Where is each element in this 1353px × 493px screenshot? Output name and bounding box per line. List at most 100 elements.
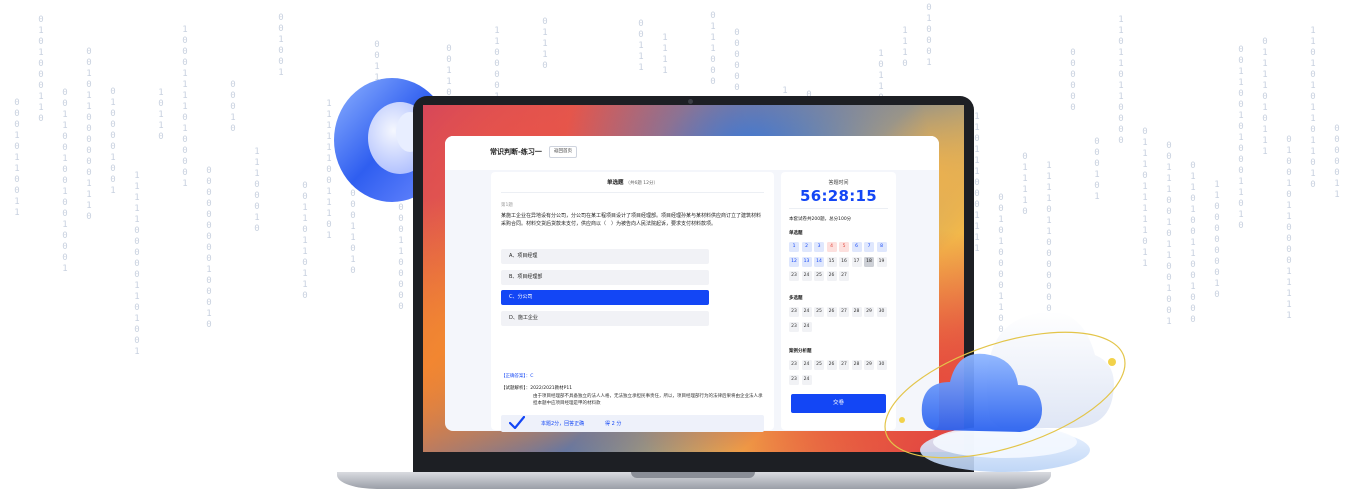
submit-exam-button[interactable]: 交卷 xyxy=(791,394,886,413)
question-nav-cell[interactable]: 27 xyxy=(839,271,849,281)
binary-column: 0111000 xyxy=(710,11,716,87)
question-nav-cell[interactable]: 27 xyxy=(839,307,849,317)
binary-column: 0000011 xyxy=(1334,124,1340,200)
binary-column: 00110010100011010 xyxy=(1238,45,1244,231)
question-nav-cell[interactable]: 25 xyxy=(814,271,824,281)
binary-column: 11111000001101001 xyxy=(134,171,140,357)
question-nav-cell[interactable]: 23 xyxy=(789,321,799,332)
question-nav-cell[interactable]: 26 xyxy=(826,360,837,370)
question-nav-cell[interactable]: 28 xyxy=(851,307,862,317)
question-nav-cell[interactable]: 4 xyxy=(826,242,837,252)
question-nav-cell[interactable]: 18 xyxy=(864,256,874,267)
binary-column: 011110 xyxy=(1022,152,1028,217)
question-nav-cell[interactable]: 29 xyxy=(864,307,874,317)
question-nav-cell[interactable]: 29 xyxy=(864,360,874,370)
binary-column: 000000 xyxy=(1070,48,1076,113)
option-b[interactable]: B、项目经理部 xyxy=(501,270,709,285)
binary-column: 01110 xyxy=(542,17,548,71)
app-header: 常识判断-练习一 返回首页 xyxy=(445,136,939,170)
binary-column: 0111011111011 xyxy=(1142,127,1148,269)
question-nav-cell[interactable]: 23 xyxy=(789,374,799,385)
question-nav-cell[interactable]: 25 xyxy=(814,307,824,317)
question-nav-cell[interactable]: 14 xyxy=(814,256,824,267)
answer-sheet-panel: 答题时间 56:28:15 本套试卷共200题，总分100分 单选题 12345… xyxy=(781,172,896,430)
question-nav-cell[interactable]: 2 xyxy=(801,242,812,252)
question-nav-cell[interactable]: 24 xyxy=(801,374,812,385)
option-d[interactable]: D、施工企业 xyxy=(501,311,709,326)
question-nav-cell[interactable]: 12 xyxy=(789,256,799,267)
binary-column: 11100010 xyxy=(254,147,260,234)
binary-column: 000000 xyxy=(734,28,740,93)
question-nav-cell[interactable]: 26 xyxy=(826,307,837,317)
section-header: 单选题 （共6题 12分） xyxy=(491,178,774,186)
binary-column: 000000000100010 xyxy=(206,166,212,330)
question-nav-cell[interactable]: 5 xyxy=(839,242,849,252)
camera-icon xyxy=(688,99,693,104)
question-nav-cell[interactable]: 24 xyxy=(801,360,812,370)
question-nav-cell[interactable]: 23 xyxy=(789,307,799,317)
question-nav-cell[interactable]: 1 xyxy=(789,242,799,252)
timer-value: 56:28:15 xyxy=(799,187,878,205)
laptop-notch xyxy=(631,472,755,478)
section-multi-title: 多选题 xyxy=(789,296,803,301)
question-nav-cell[interactable]: 24 xyxy=(801,307,812,317)
result-score: 得 2 分 xyxy=(605,421,622,427)
question-nav-cell[interactable]: 16 xyxy=(839,256,849,267)
question-nav-cell[interactable]: 7 xyxy=(864,242,874,252)
question-nav-cell[interactable]: 15 xyxy=(826,256,837,267)
section-single-title: 单选题 xyxy=(789,231,803,236)
binary-column: 0010110000001110 xyxy=(86,47,92,222)
question-nav-cell[interactable]: 6 xyxy=(851,242,862,252)
question-nav-cell[interactable]: 23 xyxy=(789,360,799,370)
question-nav-cell[interactable]: 27 xyxy=(839,360,849,370)
question-nav-cell[interactable]: 24 xyxy=(801,321,812,332)
back-home-button[interactable]: 返回首页 xyxy=(549,146,577,158)
analysis-text: 由于项目经理部不具备独立的法人人格，无法独立承担民事责任，所以，项目经理部行为的… xyxy=(533,394,763,406)
binary-column: 0100001001 xyxy=(110,87,116,196)
question-nav-cell[interactable]: 8 xyxy=(876,242,887,252)
binary-column: 00010110011 xyxy=(14,98,20,218)
exam-info: 本套试卷共200题，总分100分 xyxy=(789,217,852,222)
binary-column: 110110110000 xyxy=(1118,15,1124,146)
section-title: 单选题 xyxy=(607,180,624,186)
question-nav-cell[interactable]: 23 xyxy=(789,271,799,281)
binary-column: 11000000010 xyxy=(1214,180,1220,300)
question-nav-cell[interactable]: 3 xyxy=(814,242,824,252)
binary-column: 001001 xyxy=(278,13,284,78)
section-case-title: 案例分析题 xyxy=(789,349,812,354)
binary-column: 1110 xyxy=(902,26,908,69)
binary-column: 000101 xyxy=(1094,137,1100,202)
binary-column: 00010 xyxy=(230,80,236,134)
question-nav-cell[interactable]: 19 xyxy=(876,256,887,267)
exam-app-window: 常识判断-练习一 返回首页 单选题 （共6题 12分） 第1题 某施工企业在异地… xyxy=(445,136,939,432)
question-nav-cell[interactable]: 17 xyxy=(851,256,862,267)
binary-column: 1111 xyxy=(662,33,668,76)
binary-column: 110101011011010 xyxy=(1310,26,1316,190)
divider xyxy=(501,192,764,193)
result-text: 本题2分，回答正确 xyxy=(541,421,585,427)
result-bar: 本题2分，回答正确 得 2 分 xyxy=(501,415,764,432)
question-text: 某施工企业在异地设有分公司，分公司在某工程项目设计了项目经理部。项目经理孙某与某… xyxy=(501,213,762,227)
question-panel: 单选题 （共6题 12分） 第1题 某施工企业在异地设有分公司，分公司在某工程项… xyxy=(491,172,774,432)
checkmark-icon xyxy=(509,416,525,429)
binary-column: 0101000110 xyxy=(38,15,44,124)
binary-column: 010001 xyxy=(926,3,932,68)
analysis-label: 【试题解析】：2022/2021教材P11 xyxy=(501,386,573,391)
binary-column: 00110010010010001 xyxy=(62,88,68,274)
question-nav-cell[interactable]: 26 xyxy=(826,271,837,281)
section-subtitle: （共6题 12分） xyxy=(625,181,658,186)
question-nav-cell[interactable]: 24 xyxy=(801,271,812,281)
page-title: 常识判断-练习一 xyxy=(490,148,542,156)
question-nav-cell[interactable]: 25 xyxy=(814,360,824,370)
divider xyxy=(789,208,888,209)
correct-answer: 【正确答案】：C xyxy=(501,374,534,379)
option-a[interactable]: A、项目经理 xyxy=(501,249,709,264)
question-nav-cell[interactable]: 13 xyxy=(801,256,812,267)
binary-column: 00111001011001001 xyxy=(1166,141,1172,327)
binary-column: 00111 xyxy=(638,19,644,73)
binary-column: 01111010111 xyxy=(1262,37,1268,157)
question-nav-cell[interactable]: 28 xyxy=(851,360,862,370)
option-c[interactable]: C、分公司 xyxy=(501,290,709,305)
timer-label: 答题时间 xyxy=(828,180,849,186)
cloud-3d-icon xyxy=(884,311,1126,472)
